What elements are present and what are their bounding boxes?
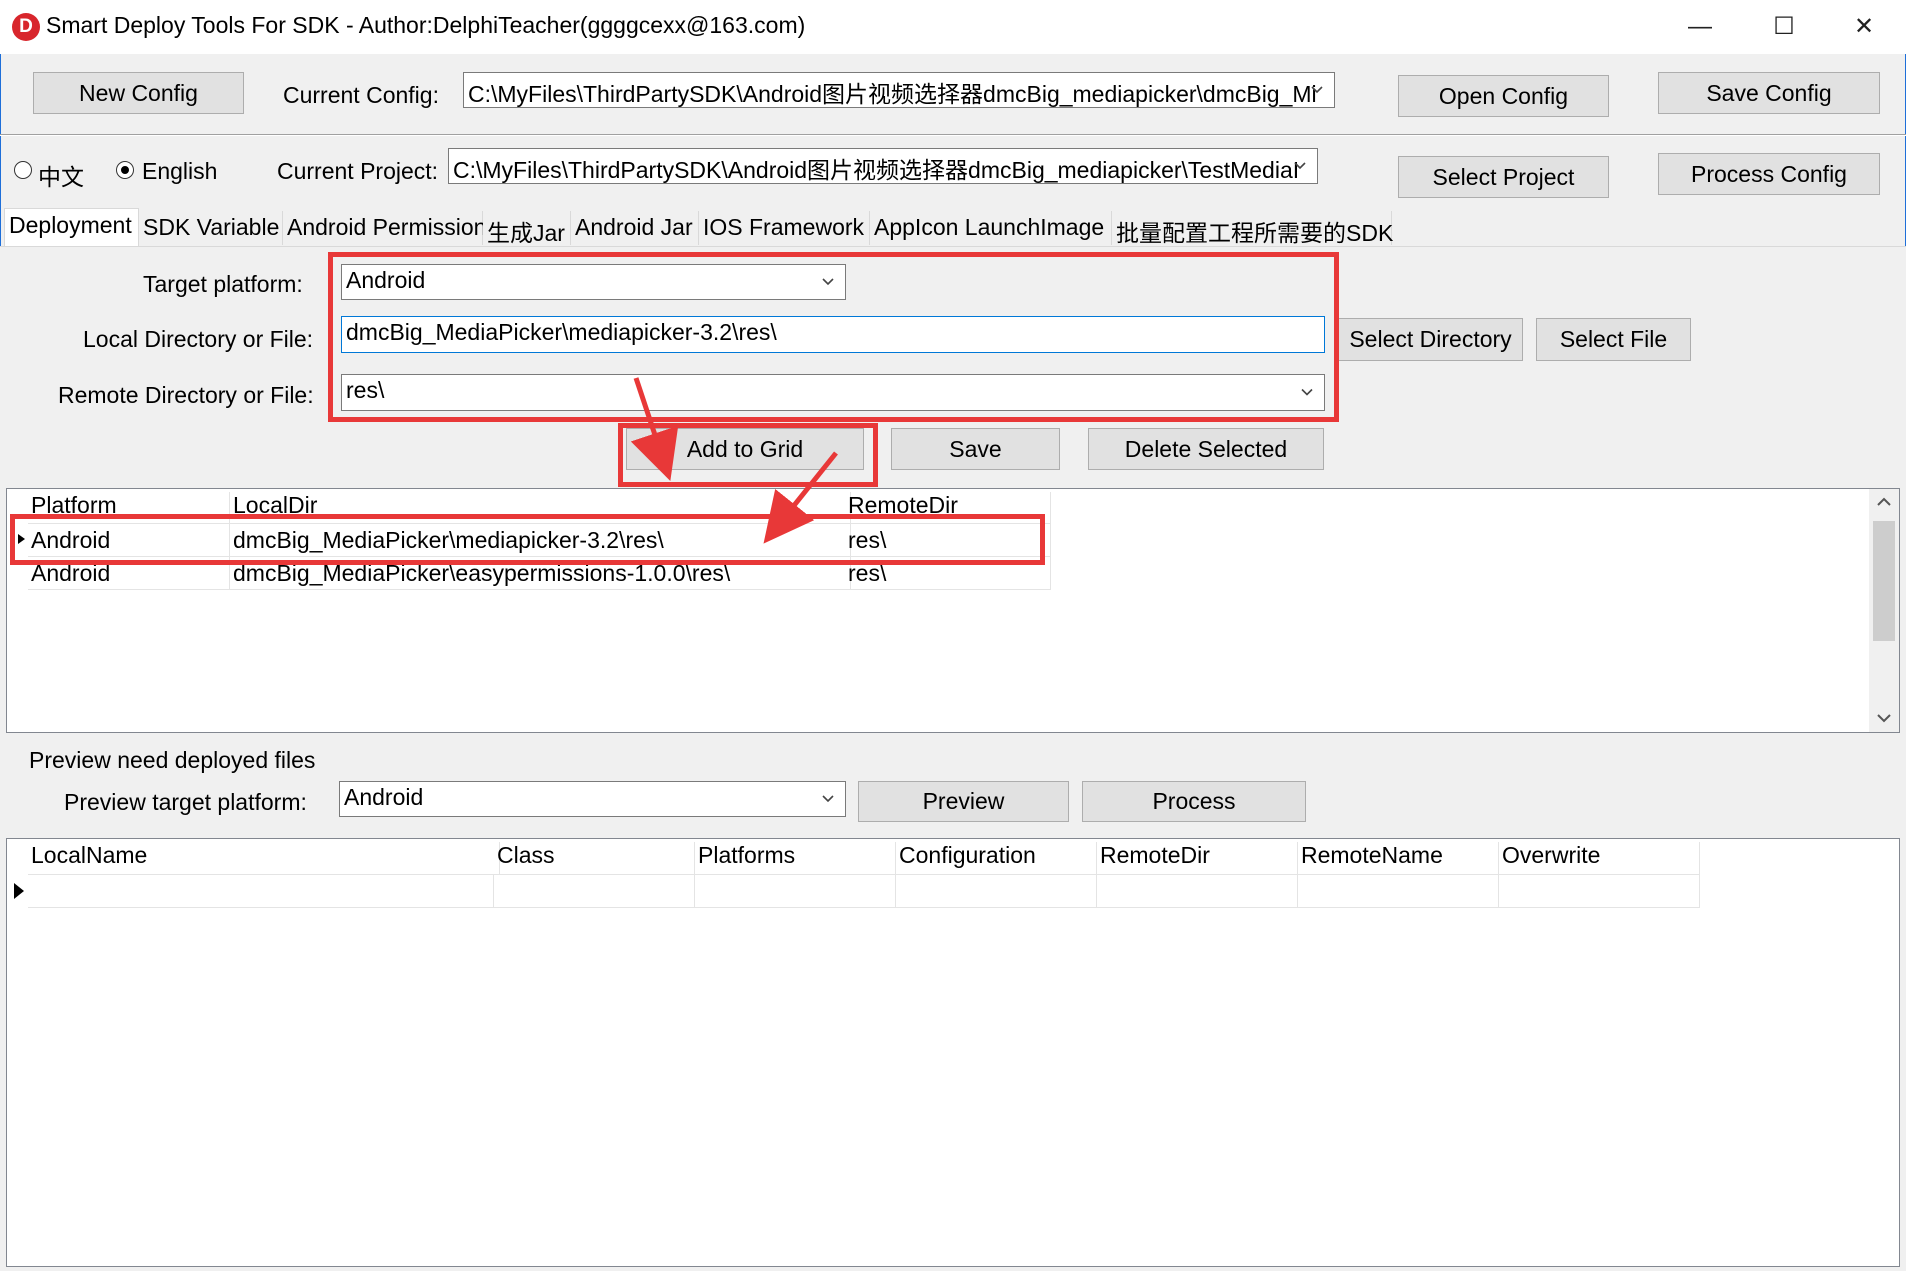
files-header-localname[interactable]: LocalName xyxy=(28,842,500,875)
tab-appicon-launchimage[interactable]: AppIcon LaunchImage xyxy=(870,211,1112,245)
radio-english[interactable] xyxy=(116,161,134,179)
chevron-down-icon[interactable] xyxy=(1306,73,1328,107)
files-cell[interactable] xyxy=(28,875,494,908)
preview-platform-label: Preview target platform: xyxy=(64,789,307,815)
delete-selected-button[interactable]: Delete Selected xyxy=(1088,428,1324,470)
chevron-down-icon[interactable] xyxy=(1289,149,1311,183)
separator xyxy=(0,134,1906,136)
maximize-icon: ☐ xyxy=(1773,13,1795,40)
tab-android-permission[interactable]: Android Permission xyxy=(283,211,486,245)
save-config-button[interactable]: Save Config xyxy=(1658,72,1880,114)
minimize-icon: — xyxy=(1688,13,1712,40)
select-directory-button[interactable]: Select Directory xyxy=(1338,318,1523,361)
tab-android-jar[interactable]: Android Jar xyxy=(571,211,699,245)
maximize-button[interactable]: ☐ xyxy=(1744,0,1824,54)
language-english-option[interactable]: English xyxy=(114,158,234,184)
tab-sdk-variable[interactable]: SDK Variable xyxy=(139,211,283,245)
preview-heading: Preview need deployed files xyxy=(29,747,316,773)
annotation-box-add-button xyxy=(618,423,878,487)
current-config-label: Current Config: xyxy=(283,82,439,108)
chevron-down-icon[interactable] xyxy=(817,782,839,816)
select-project-button[interactable]: Select Project xyxy=(1398,156,1609,198)
tab-deployment[interactable]: Deployment xyxy=(4,208,139,248)
radio-chinese[interactable] xyxy=(14,161,32,179)
files-cell[interactable] xyxy=(695,875,896,908)
annotation-box-inputs xyxy=(328,252,1339,422)
preview-platform-combo[interactable]: Android xyxy=(339,781,846,817)
new-config-button[interactable]: New Config xyxy=(33,72,244,114)
files-header-platforms[interactable]: Platforms xyxy=(695,842,896,875)
language-chinese-label: 中文 xyxy=(38,164,84,190)
process-button[interactable]: Process xyxy=(1082,781,1306,822)
current-project-value: C:\MyFiles\ThirdPartySDK\Android图片视频选择器d… xyxy=(453,157,1300,183)
files-header-remotename[interactable]: RemoteName xyxy=(1298,842,1499,875)
files-header-class[interactable]: Class xyxy=(494,842,695,875)
current-config-value: C:\MyFiles\ThirdPartySDK\Android图片视频选择器d… xyxy=(468,81,1317,107)
target-platform-label: Target platform: xyxy=(143,271,303,297)
grid-scrollbar[interactable] xyxy=(1869,489,1899,732)
current-project-label: Current Project: xyxy=(277,158,439,184)
language-english-label: English xyxy=(142,158,218,184)
save-button[interactable]: Save xyxy=(891,428,1060,470)
files-cell[interactable] xyxy=(494,875,695,908)
current-config-combo[interactable]: C:\MyFiles\ThirdPartySDK\Android图片视频选择器d… xyxy=(463,72,1335,108)
row-pointer-icon xyxy=(14,883,24,899)
files-cell[interactable] xyxy=(1499,875,1700,908)
process-config-button[interactable]: Process Config xyxy=(1658,153,1880,195)
tab-generate-jar[interactable]: 生成Jar xyxy=(483,211,571,246)
preview-button[interactable]: Preview xyxy=(858,781,1069,822)
close-button[interactable]: ✕ xyxy=(1824,0,1904,54)
preview-platform-value: Android xyxy=(344,784,424,810)
tab-batch-sdk-config[interactable]: 批量配置工程所需要的SDK xyxy=(1112,211,1393,246)
scroll-up-icon[interactable] xyxy=(1875,495,1893,509)
open-config-button[interactable]: Open Config xyxy=(1398,75,1609,117)
tab-ios-framework[interactable]: IOS Framework xyxy=(699,211,870,245)
annotation-box-grid-row xyxy=(10,514,1045,565)
select-file-button[interactable]: Select File xyxy=(1536,318,1691,361)
window-title: Smart Deploy Tools For SDK - Author:Delp… xyxy=(46,12,806,38)
files-header-configuration[interactable]: Configuration xyxy=(896,842,1097,875)
files-header-remotedir[interactable]: RemoteDir xyxy=(1097,842,1298,875)
remote-dir-label: Remote Directory or File: xyxy=(58,382,314,408)
files-cell[interactable] xyxy=(896,875,1097,908)
scroll-thumb[interactable] xyxy=(1873,521,1895,641)
close-icon: ✕ xyxy=(1853,13,1875,40)
language-chinese-option[interactable]: 中文 xyxy=(12,158,112,190)
files-cell[interactable] xyxy=(1298,875,1499,908)
files-cell[interactable] xyxy=(1097,875,1298,908)
title-bar: D Smart Deploy Tools For SDK - Author:De… xyxy=(0,0,1906,54)
minimize-button[interactable]: — xyxy=(1660,0,1740,54)
scroll-down-icon[interactable] xyxy=(1875,711,1893,725)
files-header-overwrite[interactable]: Overwrite xyxy=(1499,842,1700,875)
current-project-combo[interactable]: C:\MyFiles\ThirdPartySDK\Android图片视频选择器d… xyxy=(448,148,1318,184)
files-grid[interactable]: LocalName Class Platforms Configuration … xyxy=(6,838,1900,1267)
local-dir-label: Local Directory or File: xyxy=(83,326,314,352)
app-logo-icon: D xyxy=(12,13,40,41)
